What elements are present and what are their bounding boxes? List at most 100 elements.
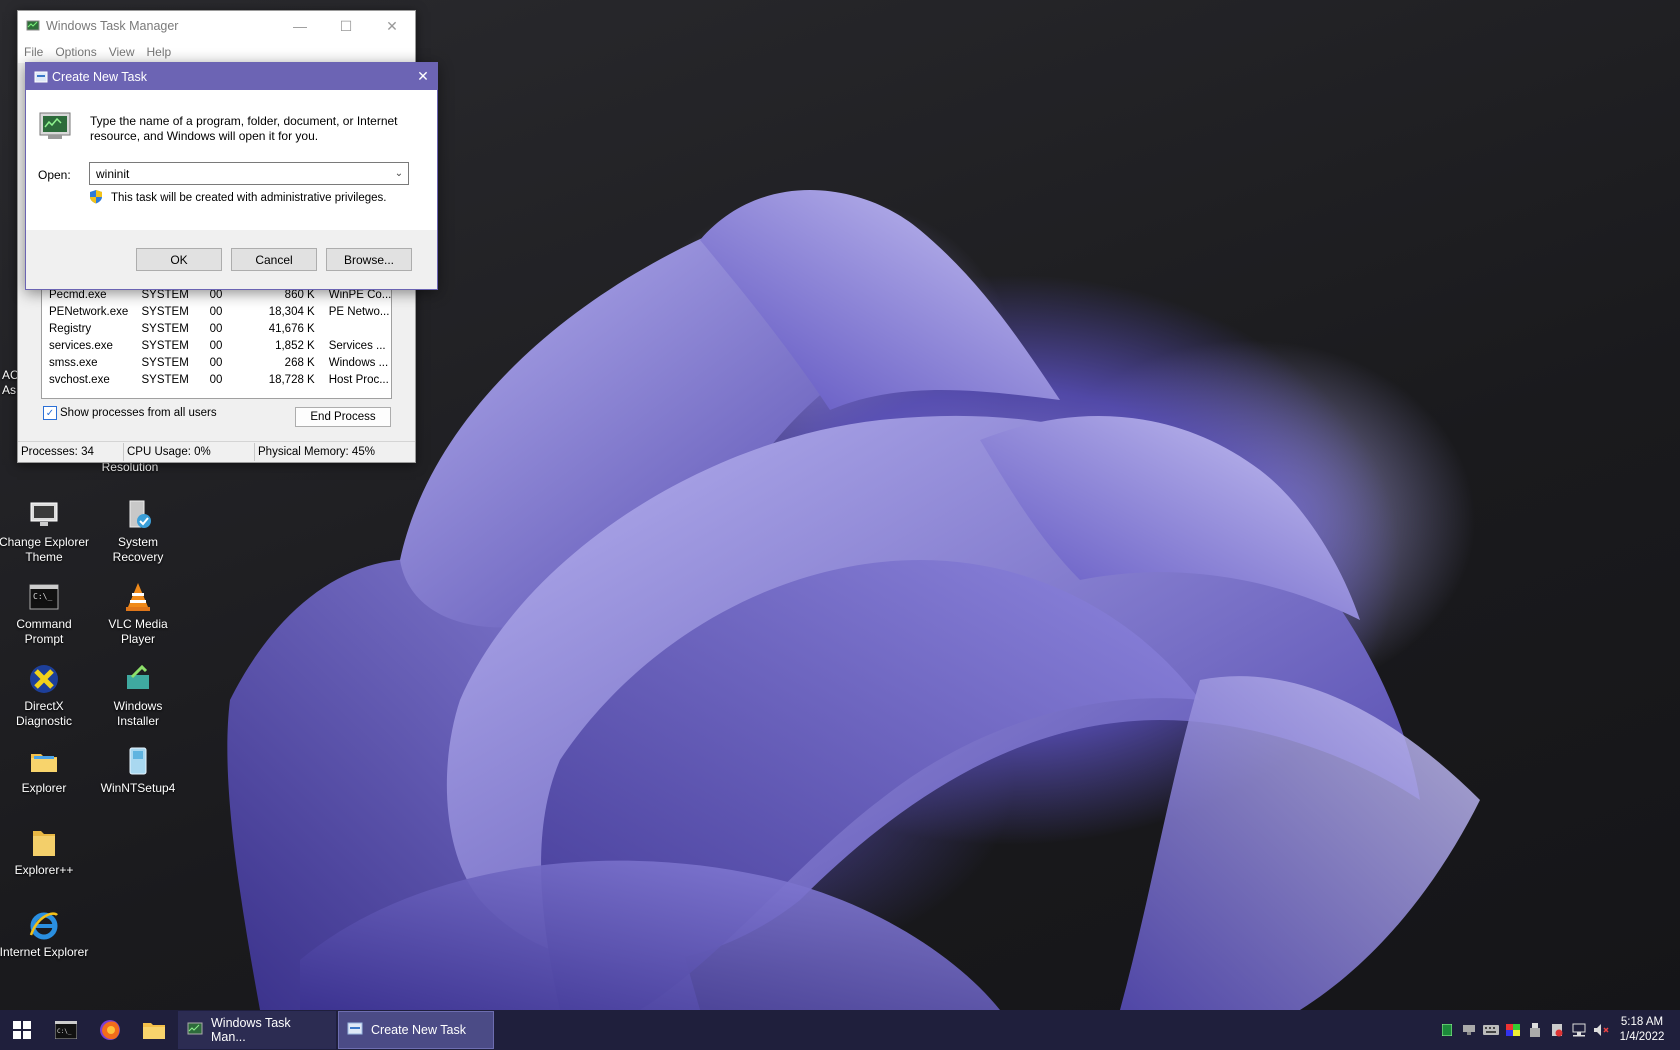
- folder-icon: [27, 744, 61, 778]
- task-manager-title: Windows Task Manager: [46, 19, 179, 33]
- process-cpu: 00: [209, 373, 223, 386]
- folder-icon: [27, 826, 61, 860]
- task-manager-icon: [187, 1022, 203, 1039]
- taskbar: C:\_ Windows Task Man... Create New Task…: [0, 1010, 1680, 1050]
- desktop-icon-winntsetup4[interactable]: WinNTSetup4: [92, 744, 184, 796]
- table-row[interactable]: Registry SYSTEM 00 41,676 K: [42, 320, 391, 337]
- cmd-icon: C:\_: [27, 580, 61, 614]
- volume-muted-icon[interactable]: [1590, 1010, 1612, 1050]
- browse-button[interactable]: Browse...: [326, 248, 412, 271]
- desktop-icon-command-prompt[interactable]: C:\_ Command Prompt: [0, 580, 90, 647]
- process-user: SYSTEM: [141, 373, 189, 386]
- program-icon: [38, 110, 72, 145]
- desktop-icon-label: DirectX Diagnostic: [15, 699, 73, 728]
- chevron-down-icon[interactable]: ⌄: [390, 168, 408, 179]
- admin-note-text: This task will be created with administr…: [111, 192, 387, 204]
- process-mem: 18,728 K: [268, 373, 315, 386]
- desktop-icon-explorer[interactable]: Explorer: [0, 744, 90, 796]
- table-row[interactable]: smss.exe SYSTEM 00 268 K Windows ...: [42, 354, 391, 371]
- taskbar-task-create-new-task[interactable]: Create New Task: [338, 1011, 494, 1049]
- clock[interactable]: 5:18 AM 1/4/2022: [1612, 1015, 1672, 1045]
- security-alert-icon[interactable]: [1546, 1010, 1568, 1050]
- taskbar-cmd-button[interactable]: C:\_: [44, 1010, 88, 1050]
- open-combobox[interactable]: ⌄: [89, 162, 409, 185]
- task-manager-menubar: File Options View Help: [18, 41, 415, 63]
- show-all-users-label: Show processes from all users: [60, 407, 217, 419]
- process-list[interactable]: Pecmd.exe SYSTEM 00 860 K WinPE Co... PE…: [41, 285, 392, 399]
- taskbar-explorer-button[interactable]: [132, 1010, 176, 1050]
- table-row[interactable]: svchost.exe SYSTEM 00 18,728 K Host Proc…: [42, 371, 391, 388]
- taskbar-task-label: Create New Task: [371, 1023, 466, 1037]
- show-all-users-checkbox-row[interactable]: ✓ Show processes from all users: [43, 406, 217, 420]
- dialog-prompt: Type the name of a program, folder, docu…: [90, 114, 398, 143]
- taskbar-firefox-button[interactable]: [88, 1010, 132, 1050]
- desktop-icon-internet-explorer[interactable]: Internet Explorer: [0, 908, 90, 960]
- taskbar-task-label: Windows Task Man...: [211, 1016, 291, 1044]
- desktop-icon-vlc[interactable]: VLC Media Player: [92, 580, 184, 647]
- process-desc: PE Netwo...: [328, 305, 390, 318]
- taskbar-task-task-manager[interactable]: Windows Task Man...: [178, 1011, 336, 1049]
- network-drive-icon[interactable]: [1458, 1010, 1480, 1050]
- menu-view[interactable]: View: [103, 45, 141, 59]
- desktop-icon-windows-installer[interactable]: Windows Installer: [92, 662, 184, 729]
- process-desc: Windows ...: [328, 356, 389, 369]
- end-process-button[interactable]: End Process: [295, 407, 391, 427]
- ok-button[interactable]: OK: [136, 248, 222, 271]
- desktop-icon-label: System Recovery: [112, 535, 164, 564]
- close-button[interactable]: ✕: [369, 11, 415, 41]
- task-manager-titlebar[interactable]: Windows Task Manager — ☐ ✕: [18, 11, 415, 41]
- table-row[interactable]: PENetwork.exe SYSTEM 00 18,304 K PE Netw…: [42, 303, 391, 320]
- table-row[interactable]: services.exe SYSTEM 00 1,852 K Services …: [42, 337, 391, 354]
- process-name: Pecmd.exe: [49, 288, 107, 301]
- desktop-icon-system-recovery[interactable]: System Recovery: [92, 498, 184, 565]
- menu-help[interactable]: Help: [141, 45, 178, 59]
- process-mem: 41,676 K: [268, 322, 315, 335]
- process-name: PENetwork.exe: [49, 305, 129, 318]
- process-user: SYSTEM: [141, 305, 189, 318]
- desktop-icon-change-explorer-theme[interactable]: Change Explorer Theme: [0, 498, 90, 565]
- menu-file[interactable]: File: [18, 45, 49, 59]
- process-user: SYSTEM: [141, 339, 189, 352]
- maximize-button[interactable]: ☐: [323, 11, 369, 41]
- desktop-icon-label: VLC Media Player: [108, 617, 168, 646]
- process-cpu: 00: [209, 322, 223, 335]
- show-all-users-checkbox[interactable]: ✓: [43, 406, 57, 420]
- usb-icon[interactable]: [1524, 1010, 1546, 1050]
- open-input[interactable]: [94, 165, 378, 182]
- cmd-icon: C:\_: [55, 1021, 77, 1039]
- cancel-button[interactable]: Cancel: [231, 248, 317, 271]
- green-status-icon[interactable]: [1436, 1010, 1458, 1050]
- run-icon: [34, 70, 48, 84]
- process-name: svchost.exe: [49, 373, 110, 386]
- process-name: smss.exe: [49, 356, 98, 369]
- process-cpu: 00: [209, 305, 223, 318]
- dialog-titlebar[interactable]: Create New Task ✕: [26, 63, 437, 90]
- start-button[interactable]: [0, 1010, 44, 1050]
- svg-text:C:\_: C:\_: [33, 592, 52, 601]
- admin-note: This task will be created with administr…: [89, 189, 386, 207]
- create-new-task-dialog[interactable]: Create New Task ✕ Type the name of a pro…: [25, 62, 438, 290]
- process-mem: 860 K: [284, 288, 315, 301]
- dialog-title: Create New Task: [52, 69, 147, 84]
- installer-icon: [121, 662, 155, 696]
- process-user: SYSTEM: [141, 356, 189, 369]
- desktop-icon-explorer-plus-plus[interactable]: Explorer++: [0, 826, 90, 878]
- minimize-button[interactable]: —: [277, 11, 323, 41]
- dialog-close-button[interactable]: ✕: [409, 68, 437, 85]
- system-tray: 5:18 AM 1/4/2022: [1436, 1010, 1680, 1050]
- process-user: SYSTEM: [141, 288, 189, 301]
- process-mem: 1,852 K: [275, 339, 315, 352]
- firefox-icon: [100, 1020, 120, 1040]
- keyboard-icon[interactable]: [1480, 1010, 1502, 1050]
- run-icon: [347, 1022, 363, 1039]
- svg-text:C:\_: C:\_: [57, 1028, 72, 1035]
- process-desc: WinPE Co...: [328, 288, 391, 301]
- network-icon[interactable]: [1568, 1010, 1590, 1050]
- process-user: SYSTEM: [141, 322, 189, 335]
- desktop-icon-label: Internet Explorer: [0, 945, 89, 959]
- display-color-icon[interactable]: [1502, 1010, 1524, 1050]
- menu-options[interactable]: Options: [49, 45, 102, 59]
- monitor-icon: [27, 498, 61, 532]
- process-name: Registry: [49, 322, 92, 335]
- desktop-icon-directx-diagnostic[interactable]: DirectX Diagnostic: [0, 662, 90, 729]
